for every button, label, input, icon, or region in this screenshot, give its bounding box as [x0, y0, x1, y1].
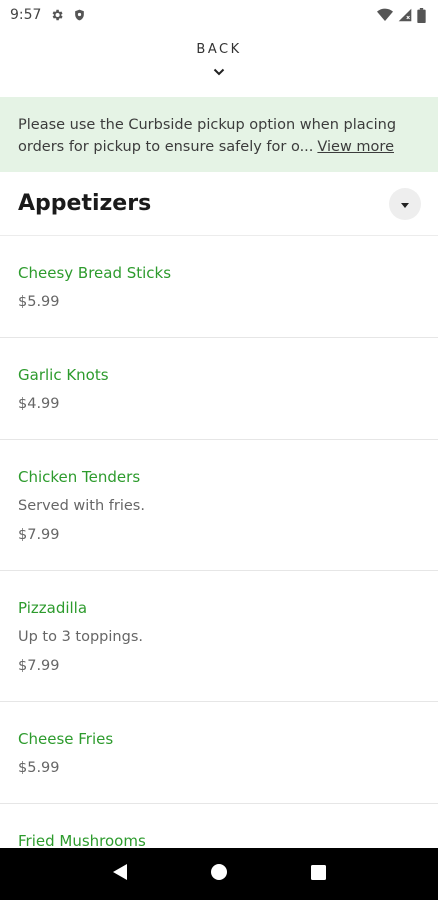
menu-item-name: Chicken Tenders — [18, 468, 141, 486]
menu-item-name: Cheesy Bread Sticks — [18, 264, 172, 282]
recents-square-icon — [310, 864, 326, 884]
pickup-notice-banner: Please use the Curbside pickup option wh… — [0, 97, 438, 172]
wifi-icon — [377, 8, 393, 22]
menu-item[interactable]: Pizzadilla Up to 3 toppings. $7.99 — [0, 571, 438, 702]
home-circle-icon — [210, 864, 227, 884]
back-button[interactable]: BACK — [0, 42, 438, 84]
notice-text-line2: orders for pickup to ensure safely for o… — [18, 139, 314, 155]
menu-item-list[interactable]: Cheesy Bread Sticks $5.99 Garlic Knots $… — [0, 236, 438, 848]
menu-item[interactable]: Fried Mushrooms — [0, 804, 438, 848]
menu-item-description: Up to 3 toppings. — [18, 629, 143, 645]
nav-back-button[interactable] — [100, 854, 140, 894]
menu-item-name: Pizzadilla — [18, 599, 88, 617]
view-more-link[interactable]: View more — [317, 136, 394, 158]
menu-item[interactable]: Cheese Fries $5.99 — [0, 702, 438, 804]
shield-icon — [73, 8, 86, 22]
gear-icon — [50, 8, 64, 22]
status-bar: 9:57 — [0, 0, 438, 30]
status-left: 9:57 — [10, 7, 86, 23]
system-nav-bar — [0, 848, 438, 900]
menu-item-name: Garlic Knots — [18, 366, 109, 384]
status-time: 9:57 — [10, 7, 42, 23]
menu-item-name: Cheese Fries — [18, 730, 114, 748]
chevron-down-icon — [213, 61, 225, 80]
nav-home-button[interactable] — [199, 854, 239, 894]
menu-item[interactable]: Garlic Knots $4.99 — [0, 338, 438, 440]
menu-item-price: $7.99 — [18, 658, 60, 674]
menu-item-price: $5.99 — [18, 294, 60, 310]
menu-item-description: Served with fries. — [18, 498, 145, 514]
section-header: Appetizers — [0, 172, 438, 236]
menu-item-price: $7.99 — [18, 527, 60, 543]
nav-recents-button[interactable] — [298, 854, 338, 894]
notice-text-line1: Please use the Curbside pickup option wh… — [18, 117, 397, 133]
collapse-section-button[interactable] — [389, 187, 421, 220]
battery-icon — [417, 7, 426, 23]
caret-down-icon — [401, 194, 409, 213]
menu-item[interactable]: Cheesy Bread Sticks $5.99 — [0, 236, 438, 338]
back-label: BACK — [196, 42, 242, 57]
menu-item-name: Fried Mushrooms — [18, 832, 146, 848]
menu-item-price: $4.99 — [18, 396, 60, 412]
back-triangle-icon — [112, 863, 128, 885]
signal-icon — [398, 8, 412, 22]
section-title: Appetizers — [18, 191, 152, 216]
menu-item-price: $5.99 — [18, 760, 60, 776]
menu-item[interactable]: Chicken Tenders Served with fries. $7.99 — [0, 440, 438, 571]
notice-text-line2-row: orders for pickup to ensure safely for o… — [18, 136, 424, 158]
status-right — [377, 7, 426, 23]
